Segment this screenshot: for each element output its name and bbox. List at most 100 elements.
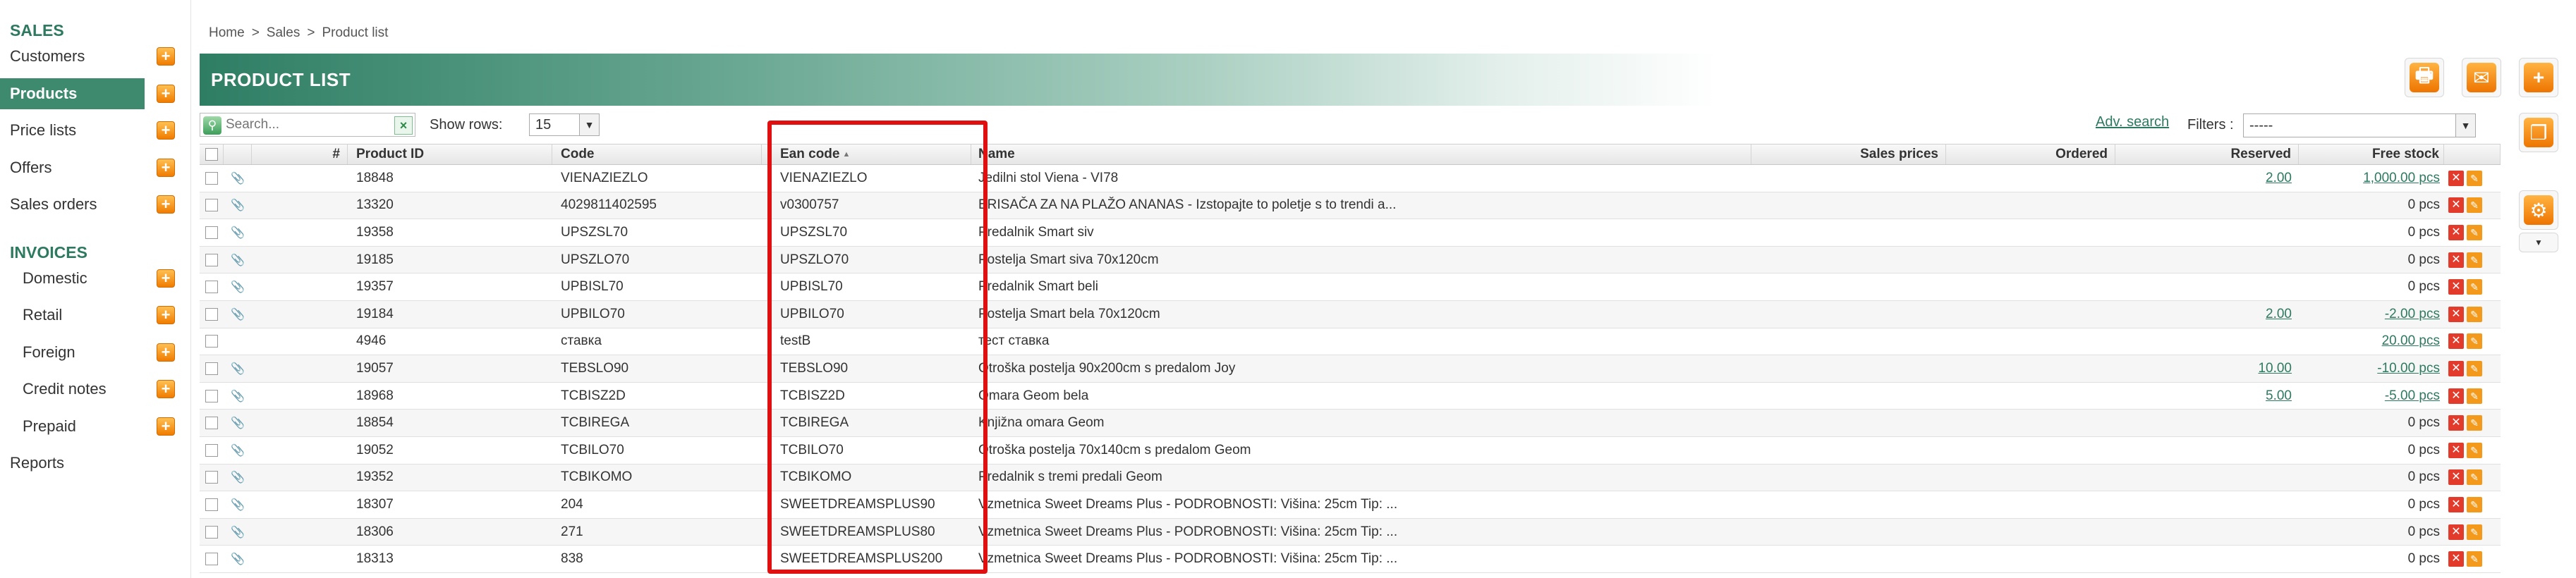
row-checkbox[interactable]	[205, 471, 218, 484]
edit-icon[interactable]: ✎	[2467, 279, 2482, 295]
table-row[interactable]: 📎 19357 UPBISL70 UPBISL70 Predalnik Smart be…	[200, 273, 2501, 301]
paperclip-icon[interactable]: 📎	[231, 525, 245, 539]
table-row[interactable]: 📎 19358 UPSZSL70 UPSZSL70 Predalnik Smart si…	[200, 219, 2501, 247]
table-row[interactable]: 📎 19352 TCBIKOMO TCBIKOMO Predalnik s tremi …	[200, 464, 2501, 492]
table-row[interactable]: 📎 18848 VIENAZIEZLO VIENAZIEZLO Jedilni stol…	[200, 165, 2501, 192]
row-checkbox[interactable]	[205, 443, 218, 457]
paperclip-icon[interactable]: 📎	[231, 198, 245, 212]
sidebar-item-credit-notes[interactable]: Credit notes	[0, 374, 145, 405]
table-row[interactable]: 4946 ставка testB тест ставка 20.00 pcs ✕ ✎	[200, 328, 2501, 356]
delete-icon[interactable]: ✕	[2448, 197, 2464, 214]
edit-icon[interactable]: ✎	[2467, 360, 2482, 376]
column-header-code[interactable]: Code	[552, 144, 762, 164]
table-row[interactable]: 📎 18307 204 SWEETDREAMSPLUS90 Vzmetnica Swee…	[200, 491, 2501, 519]
edit-icon[interactable]: ✎	[2467, 252, 2482, 268]
free-stock-link[interactable]: -10.00 pcs	[2377, 361, 2440, 376]
clear-search-icon[interactable]: ×	[394, 116, 413, 135]
reserved-link[interactable]: 2.00	[2266, 171, 2292, 186]
edit-icon[interactable]: ✎	[2467, 306, 2482, 322]
column-header-ordered[interactable]: Ordered	[1946, 144, 2115, 164]
free-stock-link[interactable]: 20.00 pcs	[2382, 333, 2440, 349]
free-stock-link[interactable]: -5.00 pcs	[2385, 388, 2440, 404]
row-checkbox[interactable]	[205, 498, 218, 511]
paperclip-icon[interactable]: 📎	[231, 470, 245, 484]
add-products-button[interactable]: +	[157, 84, 175, 103]
edit-icon[interactable]: ✎	[2467, 333, 2482, 350]
table-row[interactable]: 📎 19052 TCBILO70 TCBILO70 Otroška postelja 7…	[200, 437, 2501, 465]
add-foreign-button[interactable]: +	[157, 343, 175, 362]
row-checkbox[interactable]	[205, 417, 218, 430]
delete-icon[interactable]: ✕	[2448, 551, 2464, 567]
edit-icon[interactable]: ✎	[2467, 170, 2482, 186]
delete-icon[interactable]: ✕	[2448, 170, 2464, 186]
email-button[interactable]: ✉	[2462, 58, 2501, 97]
row-checkbox[interactable]	[205, 362, 218, 375]
table-row[interactable]: 📎 18968 TCBISZ2D TCBISZ2D Omara Geom bela 5.0…	[200, 383, 2501, 410]
add-customers-button[interactable]: +	[157, 47, 175, 66]
delete-icon[interactable]: ✕	[2448, 388, 2464, 404]
settings-dropdown-button[interactable]: ▼	[2519, 233, 2558, 252]
column-header-free-stock[interactable]: Free stock	[2299, 144, 2444, 164]
paperclip-icon[interactable]: 📎	[231, 443, 245, 457]
sidebar-item-products[interactable]: Products	[0, 78, 145, 109]
sidebar-item-foreign[interactable]: Foreign	[0, 337, 145, 368]
select-all-checkbox[interactable]	[205, 148, 218, 161]
table-row[interactable]: 📎 19185 UPSZLO70 UPSZLO70 Postelja Smart siv…	[200, 246, 2501, 274]
paperclip-icon[interactable]: 📎	[231, 307, 245, 321]
row-checkbox[interactable]	[205, 281, 218, 294]
edit-icon[interactable]: ✎	[2467, 551, 2482, 567]
row-checkbox[interactable]	[205, 553, 218, 566]
add-product-button[interactable]: +	[2519, 58, 2558, 97]
column-header-name[interactable]: Name	[971, 144, 1751, 164]
edit-icon[interactable]: ✎	[2467, 224, 2482, 240]
edit-icon[interactable]: ✎	[2467, 524, 2482, 540]
paperclip-icon[interactable]: 📎	[231, 226, 245, 240]
row-checkbox[interactable]	[205, 389, 218, 402]
sidebar-item-domestic[interactable]: Domestic	[0, 263, 145, 294]
sidebar-item-offers[interactable]: Offers	[0, 152, 145, 183]
sidebar-item-sales-orders[interactable]: Sales orders	[0, 189, 145, 220]
delete-icon[interactable]: ✕	[2448, 306, 2464, 322]
delete-icon[interactable]: ✕	[2448, 469, 2464, 486]
edit-icon[interactable]: ✎	[2467, 415, 2482, 431]
free-stock-link[interactable]: 1,000.00 pcs	[2363, 171, 2440, 186]
reserved-link[interactable]: 2.00	[2266, 307, 2292, 322]
delete-icon[interactable]: ✕	[2448, 224, 2464, 240]
table-row[interactable]: 📎 19184 UPBILO70 UPBILO70 Postelja Smart bel…	[200, 300, 2501, 328]
settings-button[interactable]: ⚙	[2519, 190, 2558, 230]
paperclip-icon[interactable]: 📎	[231, 389, 245, 403]
row-checkbox[interactable]	[205, 253, 218, 266]
row-checkbox[interactable]	[205, 525, 218, 539]
row-checkbox[interactable]	[205, 226, 218, 239]
print-button[interactable]: 🖶	[2405, 58, 2444, 97]
breadcrumb-item[interactable]: Sales	[267, 25, 300, 40]
row-checkbox[interactable]	[205, 199, 218, 212]
row-checkbox[interactable]	[205, 171, 218, 185]
add-offers-button[interactable]: +	[157, 158, 175, 177]
edit-icon[interactable]: ✎	[2467, 442, 2482, 458]
filters-select[interactable]: ----- ▼	[2243, 113, 2476, 137]
column-header-number[interactable]: #	[252, 144, 348, 164]
advanced-search-link[interactable]: Adv. search	[2096, 114, 2169, 130]
reserved-link[interactable]: 10.00	[2258, 361, 2292, 376]
table-row[interactable]: 📎 19057 TEBSLO90 TEBSLO90 Otroška postelja 9…	[200, 355, 2501, 383]
edit-icon[interactable]: ✎	[2467, 469, 2482, 486]
delete-icon[interactable]: ✕	[2448, 252, 2464, 268]
column-header-product-id[interactable]: Product ID	[348, 144, 552, 164]
paperclip-icon[interactable]: 📎	[231, 280, 245, 294]
sidebar-item-prepaid[interactable]: Prepaid	[0, 411, 145, 442]
edit-icon[interactable]: ✎	[2467, 197, 2482, 214]
edit-icon[interactable]: ✎	[2467, 496, 2482, 512]
delete-icon[interactable]: ✕	[2448, 442, 2464, 458]
delete-icon[interactable]: ✕	[2448, 360, 2464, 376]
paperclip-icon[interactable]: 📎	[231, 552, 245, 566]
table-row[interactable]: 📎 13320 4029811402595 v0300757 BRISAČA ZA NA…	[200, 192, 2501, 220]
column-header-ean-code[interactable]: Ean code ▲	[762, 144, 971, 164]
delete-icon[interactable]: ✕	[2448, 524, 2464, 540]
paperclip-icon[interactable]: 📎	[231, 498, 245, 512]
table-row[interactable]: 📎 18854 TCBIREGA TCBIREGA Knjižna omara Geom…	[200, 410, 2501, 437]
free-stock-link[interactable]: -2.00 pcs	[2385, 307, 2440, 322]
sidebar-item-retail[interactable]: Retail	[0, 300, 145, 331]
search-icon[interactable]: ⚲	[203, 116, 221, 135]
sidebar-item-reports[interactable]: Reports	[0, 448, 145, 479]
